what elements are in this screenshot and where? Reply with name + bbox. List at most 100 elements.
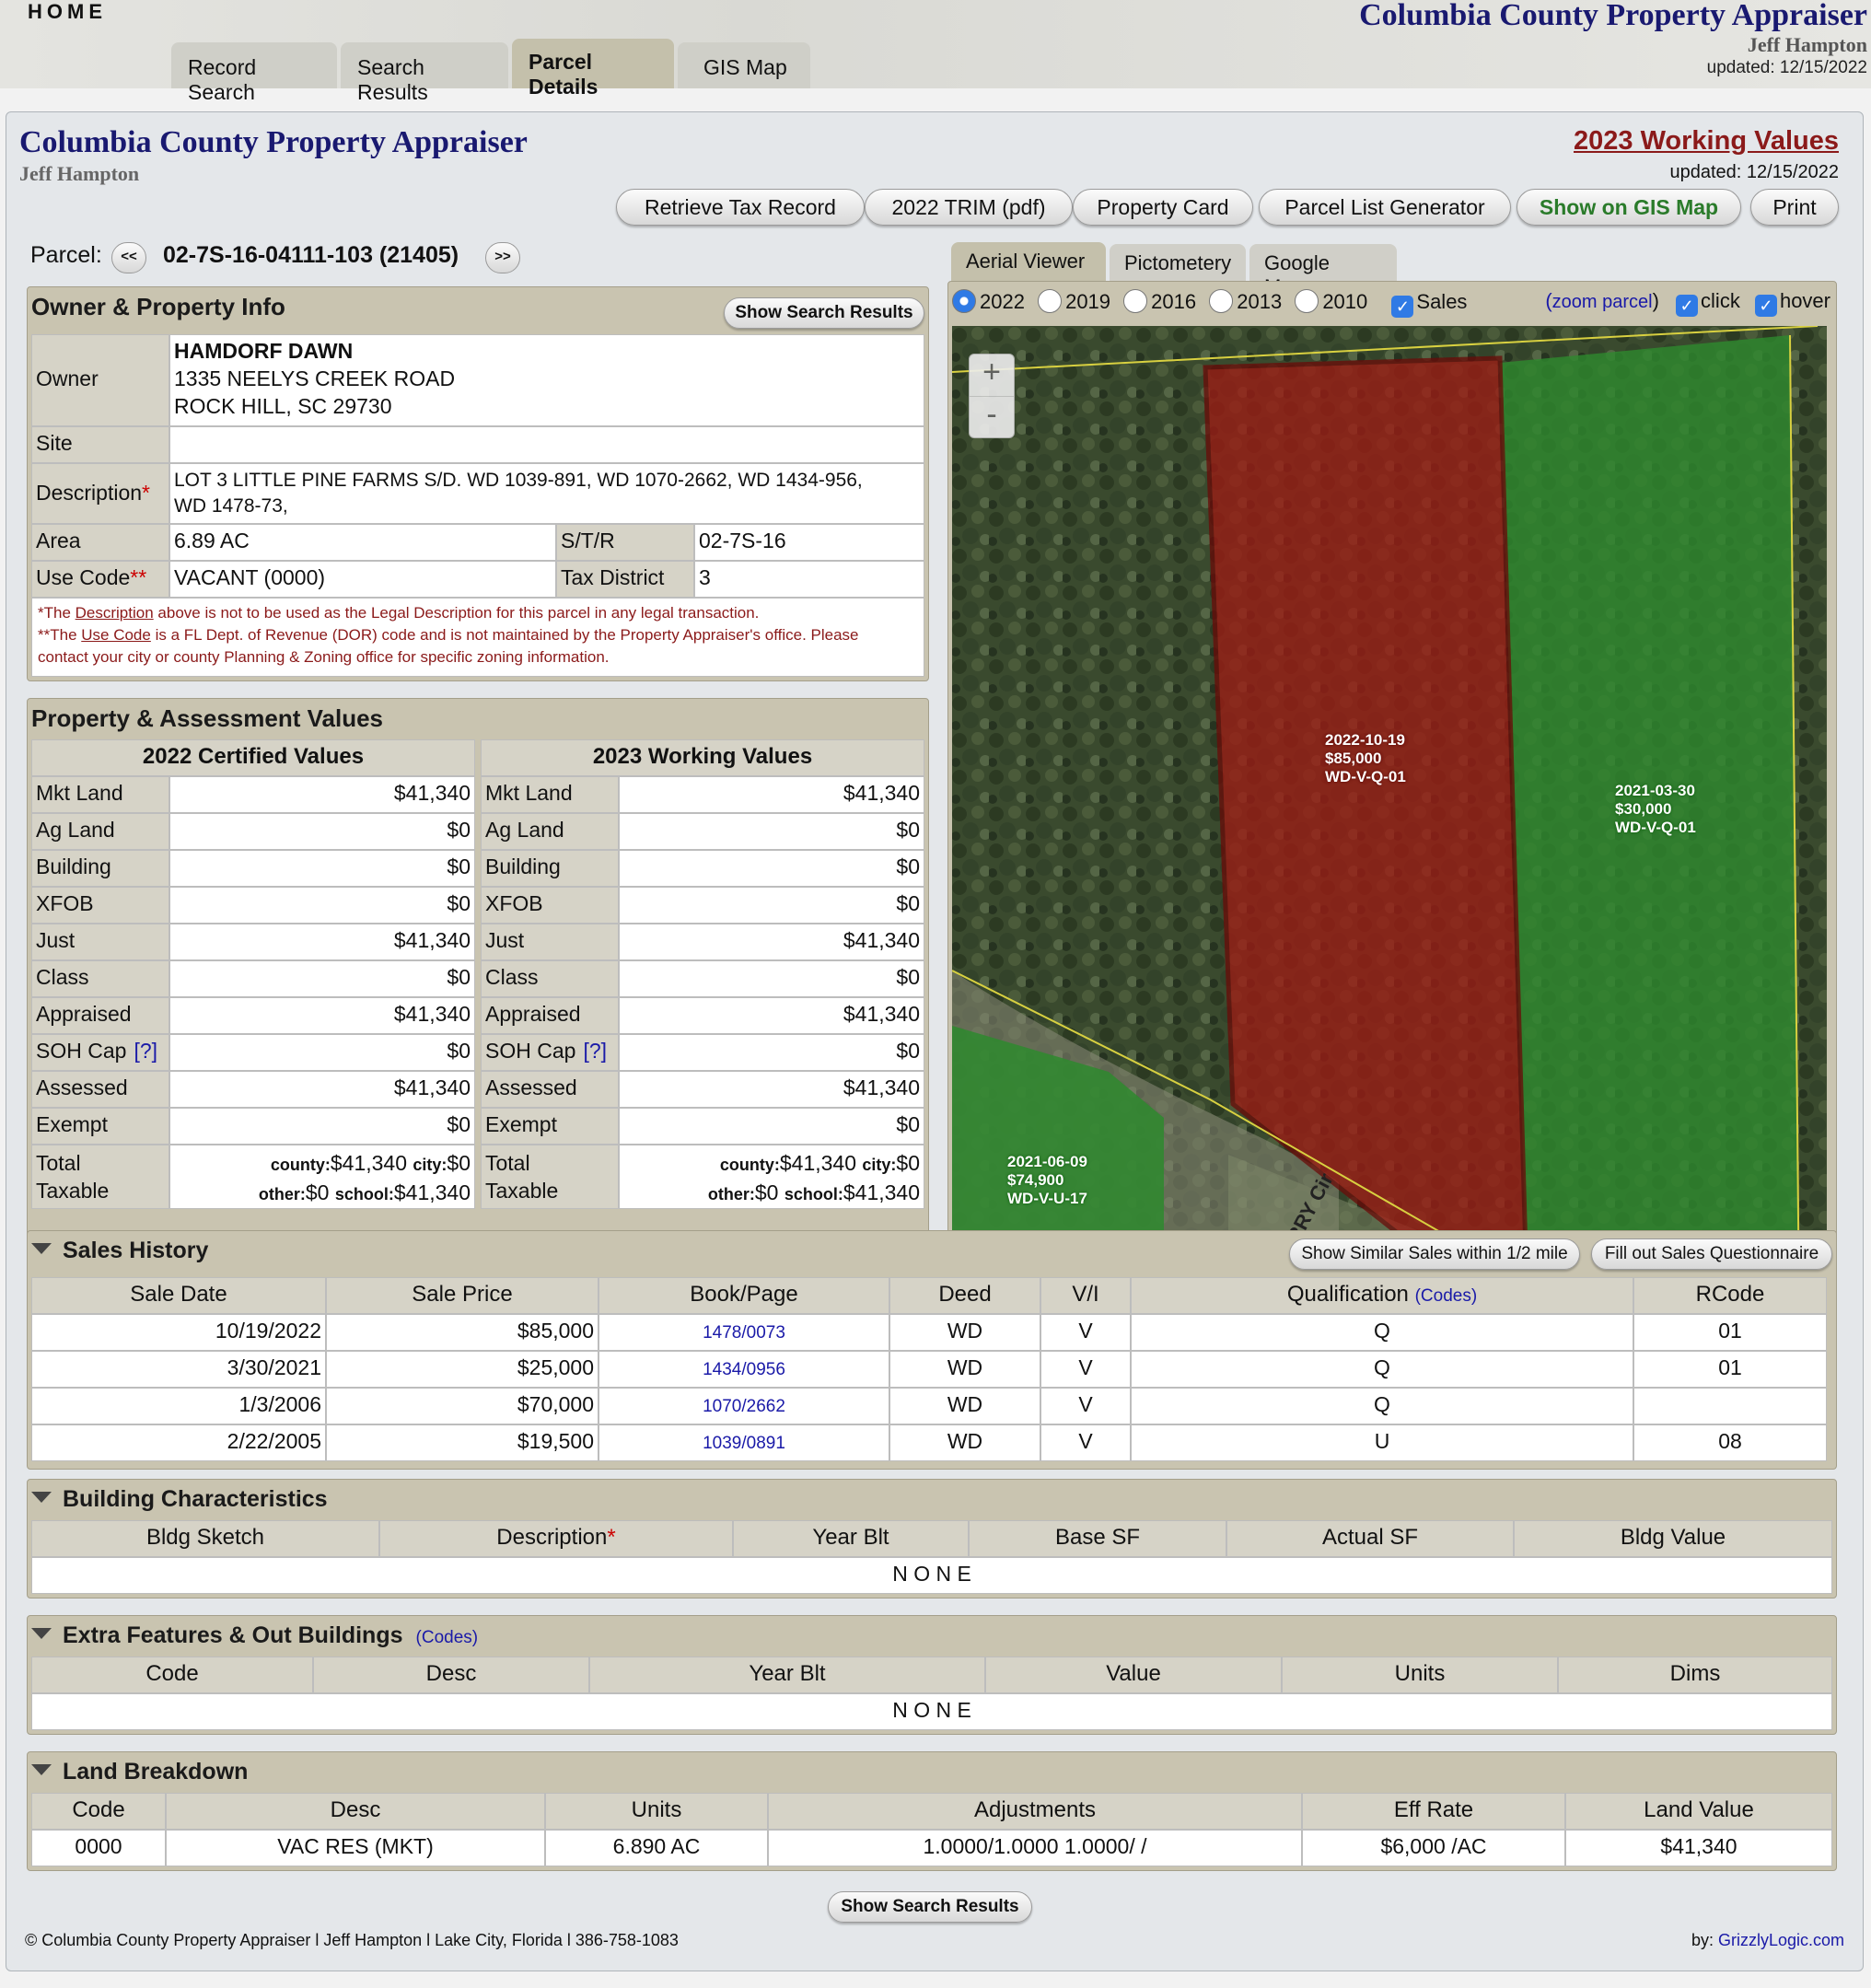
book-page-link[interactable]: 1070/2662: [703, 1397, 785, 1416]
column-header: Qualification (Codes): [1131, 1277, 1633, 1314]
description-help-link[interactable]: Description: [76, 604, 154, 622]
disclaimer: *The Description above is not to be used…: [31, 598, 924, 677]
soh-help-link[interactable]: [?]: [134, 1039, 157, 1063]
print-button[interactable]: Print: [1750, 189, 1839, 226]
value-label: XFOB: [31, 887, 169, 924]
year-2010-radio[interactable]: 2010: [1295, 289, 1367, 313]
show-search-results-button[interactable]: Show Search Results: [724, 297, 924, 329]
use-code-help-link[interactable]: Use Code: [81, 626, 151, 644]
value-2022: $0: [169, 960, 475, 997]
aerial-map[interactable]: + - 2022-10-19 $85,000 WD-V-Q-01 2021-03-3…: [952, 326, 1827, 1317]
property-card-button[interactable]: Property Card: [1073, 189, 1253, 226]
str-value: 02-7S-16: [694, 524, 924, 561]
qualification-header-text: Qualification: [1286, 1282, 1409, 1307]
column-header: Desc: [313, 1657, 589, 1693]
value-2023: $0: [619, 887, 924, 924]
value-2023: $0: [619, 1108, 924, 1145]
tab-record-search[interactable]: Record Search: [171, 42, 337, 104]
year-2016-radio[interactable]: 2016: [1123, 289, 1196, 313]
column-header: Sale Date: [31, 1277, 326, 1314]
sales-cell-q: Q: [1131, 1388, 1633, 1424]
parcel-list-generator-button[interactable]: Parcel List Generator: [1259, 189, 1511, 226]
sales-cell-deed: WD: [889, 1388, 1040, 1424]
column-header: Description*: [379, 1520, 733, 1557]
page-updated: updated: 12/15/2022: [1669, 162, 1839, 182]
soh-help-link[interactable]: [?]: [583, 1039, 607, 1063]
tab-aerial-viewer[interactable]: Aerial Viewer: [951, 242, 1106, 281]
value-label: Building: [31, 850, 169, 887]
area-value: 6.89 AC: [169, 524, 556, 561]
value-label: Assessed: [481, 1071, 619, 1108]
land-cell: $6,000 /AC: [1302, 1830, 1565, 1866]
retrieve-tax-record-button[interactable]: Retrieve Tax Record: [616, 189, 865, 226]
year-2019-radio[interactable]: 2019: [1038, 289, 1110, 313]
zoom-in-button[interactable]: +: [970, 355, 1014, 397]
sales-cell-q: Q: [1131, 1351, 1633, 1388]
extra-features: Extra Features & Out Buildings (Codes) Co…: [27, 1615, 1837, 1735]
home-link[interactable]: HOME: [28, 0, 107, 24]
extra-codes-link[interactable]: (Codes): [416, 1628, 479, 1647]
column-header: V/I: [1040, 1277, 1131, 1314]
working-values-link[interactable]: 2023 Working Values: [1574, 126, 1839, 157]
sales-checkbox[interactable]: ✓ Sales: [1391, 290, 1467, 318]
value-label: Assessed: [31, 1071, 169, 1108]
year-2022-radio[interactable]: 2022: [952, 289, 1025, 313]
grizzlylogic-link[interactable]: GrizzlyLogic.com: [1718, 1931, 1844, 1949]
qualification-codes-link[interactable]: (Codes): [1415, 1286, 1478, 1306]
trim-pdf-button[interactable]: 2022 TRIM (pdf): [865, 189, 1073, 226]
land-title[interactable]: Land Breakdown: [31, 1759, 248, 1785]
header-subtitle: Jeff Hampton: [1747, 33, 1867, 56]
map-panel: 2022 2019 2016 2013 2010 ✓ Sales (zoom pa…: [947, 281, 1837, 1325]
sales-cell-q: Q: [1131, 1314, 1633, 1351]
book-page-link[interactable]: 1434/0956: [703, 1360, 785, 1379]
tab-search-results[interactable]: Search Results: [341, 42, 508, 104]
value-label-text: SOH Cap: [36, 1039, 127, 1063]
book-page-link[interactable]: 1039/0891: [703, 1434, 785, 1453]
year-selector: 2022 2019 2016 2013 2010 ✓ Sales: [952, 289, 1467, 318]
tab-pictometery[interactable]: Pictometery: [1110, 244, 1246, 283]
similar-sales-button[interactable]: Show Similar Sales within 1/2 mile: [1289, 1238, 1580, 1270]
total-taxable-value: county:$41,340 city:$0 other:$0 school:$4…: [619, 1145, 924, 1209]
extra-features-title[interactable]: Extra Features & Out Buildings (Codes): [31, 1622, 478, 1649]
sales-history-title[interactable]: Sales History: [31, 1238, 208, 1264]
sales-questionnaire-button[interactable]: Fill out Sales Questionnaire: [1591, 1238, 1832, 1270]
tab-parcel-details[interactable]: Parcel Details: [512, 39, 674, 99]
building-title[interactable]: Building Characteristics: [31, 1486, 328, 1513]
column-header: Land Value: [1565, 1793, 1832, 1830]
column-header: Actual SF: [1226, 1520, 1514, 1557]
next-parcel-button[interactable]: >>: [485, 242, 520, 273]
sales-history: Sales History Show Similar Sales within …: [27, 1230, 1837, 1470]
click-checkbox[interactable]: ✓ click: [1676, 289, 1740, 317]
values-title: Property & Assessment Values: [31, 704, 383, 732]
zoom-out-button[interactable]: -: [970, 397, 1014, 437]
value-label: Just: [481, 924, 619, 960]
header-updated: updated: 12/15/2022: [1706, 58, 1867, 77]
sales-cell-vi: V: [1040, 1424, 1131, 1461]
description-line2: WD 1478-73,: [174, 495, 288, 517]
tab-gis-map[interactable]: GIS Map: [678, 42, 810, 88]
page-subtitle: Jeff Hampton: [19, 162, 140, 185]
column-header: RCode: [1633, 1277, 1827, 1314]
extra-none: N O N E: [31, 1693, 1832, 1730]
zoom-parcel-link[interactable]: zoom parcel: [1552, 292, 1653, 312]
total-label: Total: [36, 1151, 81, 1175]
value-label: Appraised: [31, 997, 169, 1034]
footer-copyright: © Columbia County Property Appraiser l J…: [25, 1931, 679, 1949]
tab-google-maps[interactable]: Google Maps: [1249, 244, 1397, 298]
hover-checkbox[interactable]: ✓ hover: [1754, 289, 1830, 317]
prev-parcel-button[interactable]: <<: [111, 242, 146, 273]
value-2023: $0: [619, 813, 924, 850]
show-search-results-bottom-button[interactable]: Show Search Results: [828, 1891, 1032, 1923]
site-label: Site: [31, 426, 169, 463]
show-on-gis-map-button[interactable]: Show on GIS Map: [1517, 189, 1741, 226]
year-2013-radio[interactable]: 2013: [1209, 289, 1282, 313]
page-title: Columbia County Property Appraiser: [19, 125, 528, 159]
value-label: Ag Land: [31, 813, 169, 850]
sales-cell-rcode: [1633, 1388, 1827, 1424]
sale-label-subject: 2022-10-19 $85,000 WD-V-Q-01: [1325, 731, 1406, 785]
top-header: HOME Record Search Search Results Parcel…: [0, 0, 1871, 104]
total-taxable-label: Total Taxable: [31, 1145, 169, 1209]
book-page-link[interactable]: 1478/0073: [703, 1323, 785, 1343]
sales-cell-deed: WD: [889, 1314, 1040, 1351]
column-header: Book/Page: [598, 1277, 889, 1314]
